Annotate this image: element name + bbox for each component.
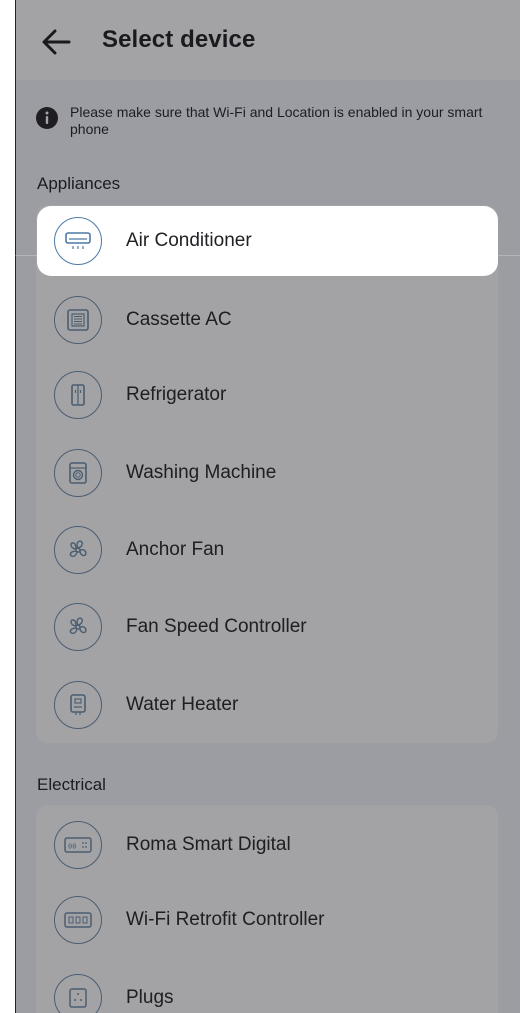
- list-item-cassette-ac[interactable]: Cassette AC: [36, 285, 498, 355]
- screen: Select device Please make sure that Wi-F…: [15, 0, 520, 1013]
- app-header: Select device: [16, 0, 520, 80]
- plug-icon: [54, 974, 102, 1013]
- digital-switch-icon: 00: [54, 821, 102, 869]
- list-item-air-conditioner[interactable]: Air Conditioner: [37, 206, 498, 276]
- list-item-label: Cassette AC: [126, 309, 232, 330]
- list-item-label: Roma Smart Digital: [126, 834, 291, 855]
- back-button[interactable]: [38, 24, 74, 60]
- air-conditioner-icon: [54, 217, 102, 265]
- washing-machine-icon: [54, 449, 102, 497]
- page-title: Select device: [102, 26, 256, 53]
- notice-text: Please make sure that Wi-Fi and Location…: [70, 104, 483, 137]
- list-item-roma-smart-digital[interactable]: 00 Roma Smart Digital: [36, 810, 498, 880]
- retrofit-controller-icon: [54, 896, 102, 944]
- list-item-refrigerator[interactable]: Refrigerator: [36, 360, 498, 430]
- wifi-location-notice: Please make sure that Wi-Fi and Location…: [36, 104, 496, 138]
- list-item-label: Anchor Fan: [126, 539, 225, 560]
- water-heater-icon: [54, 681, 102, 729]
- list-item-label: Refrigerator: [126, 384, 227, 405]
- refrigerator-icon: [54, 371, 102, 419]
- list-item-wifi-retrofit-controller[interactable]: Wi-Fi Retrofit Controller: [36, 885, 498, 955]
- list-item-label: Wi-Fi Retrofit Controller: [126, 909, 325, 930]
- section-label-appliances: Appliances: [37, 174, 121, 193]
- info-icon: [36, 107, 58, 129]
- list-item-water-heater[interactable]: Water Heater: [36, 670, 498, 740]
- list-item-label: Washing Machine: [126, 462, 277, 483]
- fan-icon: [54, 526, 102, 574]
- arrow-left-icon: [42, 29, 71, 55]
- cassette-ac-icon: [54, 296, 102, 344]
- svg-text:00: 00: [68, 843, 76, 851]
- list-item-label: Air Conditioner: [126, 230, 252, 251]
- list-item-label: Plugs: [126, 987, 174, 1008]
- list-item-label: Water Heater: [126, 694, 239, 715]
- section-label-electrical: Electrical: [37, 775, 106, 794]
- list-item-label: Fan Speed Controller: [126, 616, 307, 637]
- list-item-plugs[interactable]: Plugs: [36, 963, 498, 1013]
- list-item-anchor-fan[interactable]: Anchor Fan: [36, 515, 498, 585]
- fan-icon: [54, 603, 102, 651]
- list-item-washing-machine[interactable]: Washing Machine: [36, 438, 498, 508]
- list-item-fan-speed-controller[interactable]: Fan Speed Controller: [36, 592, 498, 662]
